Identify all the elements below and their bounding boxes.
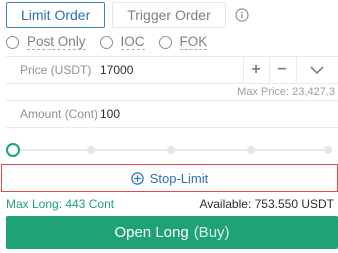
tab-trigger-order[interactable]: Trigger Order bbox=[112, 2, 226, 28]
max-long-text: Max Long: 443 Cont bbox=[6, 197, 115, 211]
order-type-tabs: Limit Order Trigger Order bbox=[6, 2, 249, 28]
info-circle-icon[interactable] bbox=[235, 8, 249, 22]
price-label: Price (USDT) bbox=[20, 63, 92, 77]
option-label: IOC bbox=[120, 34, 145, 50]
slider-step[interactable] bbox=[324, 146, 332, 154]
radio-post-only[interactable] bbox=[6, 35, 19, 49]
max-price-text: Max Price: 23,427.3 bbox=[237, 86, 335, 98]
option-post-only[interactable]: Post Only bbox=[6, 34, 86, 50]
open-long-label: Open Long bbox=[114, 224, 189, 241]
time-in-force-options: Post Only IOC FOK bbox=[6, 34, 221, 50]
plus-circle-icon bbox=[131, 171, 144, 185]
slider-handle[interactable] bbox=[6, 143, 20, 157]
radio-ioc[interactable] bbox=[99, 35, 113, 49]
stop-limit-label: Stop-Limit bbox=[149, 170, 209, 186]
minus-icon[interactable]: − bbox=[270, 59, 294, 81]
price-input[interactable]: 17000 bbox=[100, 63, 230, 77]
amount-slider[interactable] bbox=[6, 143, 334, 157]
option-label: FOK bbox=[179, 34, 208, 50]
chevron-down-icon[interactable] bbox=[302, 59, 332, 81]
slider-step[interactable] bbox=[167, 146, 175, 154]
slider-step[interactable] bbox=[247, 146, 255, 154]
option-fok[interactable]: FOK bbox=[158, 34, 208, 50]
amount-field: Amount (Cont) 100 bbox=[6, 100, 338, 128]
option-ioc[interactable]: IOC bbox=[99, 34, 145, 50]
order-panel: Limit Order Trigger Order Post Only IOC … bbox=[0, 0, 338, 253]
stop-limit-content: Stop-Limit bbox=[131, 170, 209, 186]
plus-icon[interactable]: + bbox=[244, 59, 268, 81]
option-label: Post Only bbox=[27, 34, 86, 50]
amount-input[interactable]: 100 bbox=[100, 107, 230, 121]
radio-fok[interactable] bbox=[158, 35, 172, 49]
available-balance: Available: 753.550 USDT bbox=[199, 197, 334, 211]
divider bbox=[296, 57, 297, 83]
open-long-button[interactable]: Open Long (Buy) bbox=[6, 216, 338, 249]
slider-step[interactable] bbox=[87, 146, 95, 154]
amount-label: Amount (Cont) bbox=[20, 107, 99, 121]
price-field: Price (USDT) 17000 + − bbox=[6, 56, 338, 84]
open-long-sub-label: (Buy) bbox=[193, 224, 230, 241]
stop-limit-button[interactable]: Stop-Limit bbox=[1, 164, 338, 192]
tab-limit-order[interactable]: Limit Order bbox=[6, 2, 106, 28]
